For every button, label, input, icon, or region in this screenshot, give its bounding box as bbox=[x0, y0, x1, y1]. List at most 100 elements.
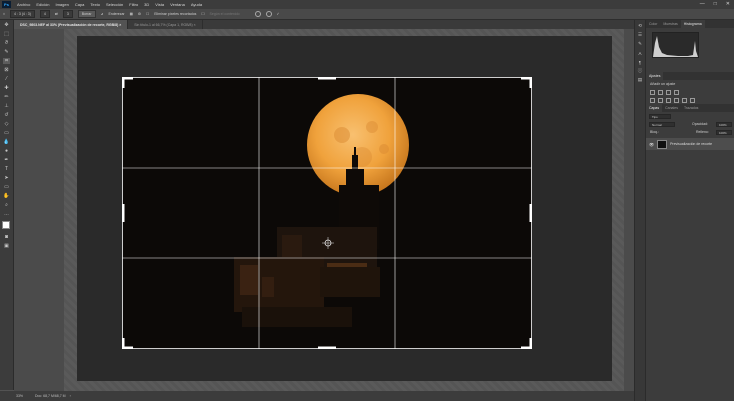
ratio-height-field[interactable]: 3 bbox=[62, 10, 73, 18]
chevron-right-icon[interactable]: › bbox=[70, 394, 71, 398]
menu-ventana[interactable]: Ventana bbox=[167, 2, 188, 7]
crop-tool-button-icon[interactable]: ⌗ bbox=[3, 58, 10, 64]
photoshop-logo: Ps bbox=[2, 1, 11, 8]
delete-cropped-checkbox[interactable]: ☐ bbox=[146, 12, 149, 16]
menu-3d[interactable]: 3D bbox=[141, 2, 152, 7]
layer-row[interactable]: 👁 Previsualización de recorte bbox=[646, 138, 734, 150]
settings-gear-icon[interactable]: ⚙ bbox=[138, 12, 141, 16]
eyedropper-tool-icon[interactable]: ⁄ bbox=[3, 76, 10, 82]
levels-adjust-icon[interactable] bbox=[658, 90, 663, 95]
tab-ajustes[interactable]: Ajustes bbox=[646, 72, 664, 80]
color-balance-adjust-icon[interactable] bbox=[666, 98, 671, 103]
crop-tool-icon[interactable]: ⌗ bbox=[3, 12, 5, 16]
tab-canales[interactable]: Canales bbox=[662, 106, 681, 110]
type-tool-icon[interactable]: T bbox=[3, 166, 10, 172]
cancel-crop-icon[interactable] bbox=[265, 11, 272, 17]
brush-tool-icon[interactable]: ✏ bbox=[3, 94, 10, 100]
foreground-color-swatch[interactable] bbox=[2, 221, 10, 229]
commit-crop-icon[interactable]: ✓ bbox=[277, 12, 280, 16]
reset-icon[interactable] bbox=[254, 11, 261, 17]
overlay-grid-icon[interactable]: ▦ bbox=[130, 12, 133, 16]
quick-mask-icon[interactable]: ◙ bbox=[3, 234, 10, 240]
curves-adjust-icon[interactable] bbox=[666, 90, 671, 95]
blend-mode-select[interactable]: Normal bbox=[649, 122, 675, 127]
maximize-button[interactable]: □ bbox=[714, 1, 717, 7]
menu-edicion[interactable]: Edición bbox=[33, 2, 52, 7]
lasso-tool-icon[interactable]: ϑ bbox=[3, 40, 10, 46]
more-tools-icon[interactable]: … bbox=[3, 211, 10, 217]
straighten-icon[interactable]: ⊿ bbox=[101, 12, 104, 16]
quick-select-tool-icon[interactable]: ✎ bbox=[3, 49, 10, 55]
histogram-panel-tabs: Color Muestras Histograma bbox=[646, 20, 734, 28]
history-icon[interactable]: ⟲ bbox=[637, 23, 643, 29]
gradient-tool-icon[interactable]: ▭ bbox=[3, 130, 10, 136]
tab-sin-titulo-1[interactable]: Sin título-1 al 66,7% (Capa 1, RGB/8) × bbox=[128, 20, 203, 29]
paragraph-icon[interactable]: ¶ bbox=[637, 59, 643, 65]
histogram-graph bbox=[652, 32, 699, 58]
canvas-area[interactable] bbox=[14, 29, 634, 391]
content-aware-checkbox[interactable]: ☐ bbox=[201, 12, 204, 16]
frame-tool-icon[interactable]: ⊠ bbox=[3, 67, 10, 73]
fill-field[interactable]: 100% bbox=[716, 130, 732, 135]
libraries-icon[interactable]: ▤ bbox=[637, 77, 643, 83]
clone-stamp-tool-icon[interactable]: ⊥ bbox=[3, 103, 10, 109]
pen-tool-icon[interactable]: ✒ bbox=[3, 157, 10, 163]
info-icon[interactable]: ⓘ bbox=[637, 68, 643, 74]
brightness-adjust-icon[interactable] bbox=[650, 90, 655, 95]
history-brush-tool-icon[interactable]: ↺ bbox=[3, 112, 10, 118]
brush-settings-icon[interactable]: ✎ bbox=[637, 41, 643, 47]
panels-column: ⟲ ☰ ✎ A ¶ ⓘ ▤ Color Muestras Histograma … bbox=[634, 20, 734, 401]
move-tool-icon[interactable]: ✥ bbox=[3, 22, 10, 28]
tab-muestras[interactable]: Muestras bbox=[660, 22, 680, 26]
menu-imagen[interactable]: Imagen bbox=[52, 2, 71, 7]
layer-kind-filter[interactable]: Tipo bbox=[649, 114, 671, 119]
dodge-tool-icon[interactable]: ● bbox=[3, 148, 10, 154]
tab-color[interactable]: Color bbox=[646, 22, 660, 26]
menu-ayuda[interactable]: Ayuda bbox=[188, 2, 205, 7]
eye-icon[interactable]: 👁 bbox=[649, 142, 654, 147]
tab-dsc-9803[interactable]: DSC_9803.NEF al 33% (Previsualización de… bbox=[14, 20, 129, 29]
ratio-width-field[interactable]: 4 bbox=[39, 10, 50, 18]
screen-mode-icon[interactable]: ▣ bbox=[3, 243, 10, 249]
channel-mixer-adjust-icon[interactable] bbox=[690, 98, 695, 103]
eraser-tool-icon[interactable]: ◇ bbox=[3, 121, 10, 127]
ratio-select[interactable]: 4 : 3 (4 : 3) bbox=[9, 10, 35, 18]
shape-tool-icon[interactable]: ▭ bbox=[3, 184, 10, 190]
crop-overlay[interactable] bbox=[122, 77, 532, 349]
menu-archivo[interactable]: Archivo bbox=[14, 2, 33, 7]
menu-texto[interactable]: Texto bbox=[87, 2, 103, 7]
marquee-tool-icon[interactable]: ⬚ bbox=[3, 31, 10, 37]
swap-ratio-icon[interactable]: ⇄ bbox=[55, 12, 58, 16]
content-aware-label[interactable]: Según el contenido bbox=[210, 12, 240, 16]
menu-seleccion[interactable]: Selección bbox=[103, 2, 126, 7]
path-select-tool-icon[interactable]: ➤ bbox=[3, 175, 10, 181]
tab-histograma[interactable]: Histograma bbox=[680, 20, 705, 28]
delete-cropped-label[interactable]: Eliminar píxeles recortados bbox=[154, 12, 196, 16]
menu-vista[interactable]: Vista bbox=[152, 2, 167, 7]
hand-tool-icon[interactable]: ✋ bbox=[3, 193, 10, 199]
tab-trazados[interactable]: Trazados bbox=[681, 106, 701, 110]
zoom-level[interactable]: 33% bbox=[16, 394, 23, 398]
menu-filtro[interactable]: Filtro bbox=[126, 2, 141, 7]
hue-saturation-adjust-icon[interactable] bbox=[658, 98, 663, 103]
zoom-tool-icon[interactable]: ⌕ bbox=[3, 202, 10, 208]
layer-name[interactable]: Previsualización de recorte bbox=[670, 142, 712, 146]
tab-capas[interactable]: Capas bbox=[646, 104, 663, 112]
minimize-button[interactable]: — bbox=[700, 1, 705, 7]
crop-handles bbox=[122, 77, 532, 349]
close-window-button[interactable]: ✕ bbox=[726, 1, 730, 7]
clear-button[interactable]: Borrar bbox=[77, 10, 96, 18]
healing-brush-tool-icon[interactable]: ✚ bbox=[3, 85, 10, 91]
properties-icon[interactable]: ☰ bbox=[637, 32, 643, 38]
exposure-adjust-icon[interactable] bbox=[674, 90, 679, 95]
blur-tool-icon[interactable]: 💧 bbox=[3, 139, 10, 145]
photo-filter-adjust-icon[interactable] bbox=[682, 98, 687, 103]
menu-capa[interactable]: Capa bbox=[72, 2, 88, 7]
vibrance-adjust-icon[interactable] bbox=[650, 98, 655, 103]
straighten-label[interactable]: Enderezar bbox=[108, 12, 124, 16]
character-icon[interactable]: A bbox=[637, 50, 643, 56]
photo-moon-church[interactable] bbox=[122, 77, 532, 349]
black-white-adjust-icon[interactable] bbox=[674, 98, 679, 103]
opacity-field[interactable]: 100% bbox=[716, 122, 732, 127]
document-info[interactable]: Doc: 68,7 M/68,7 M bbox=[35, 394, 66, 398]
